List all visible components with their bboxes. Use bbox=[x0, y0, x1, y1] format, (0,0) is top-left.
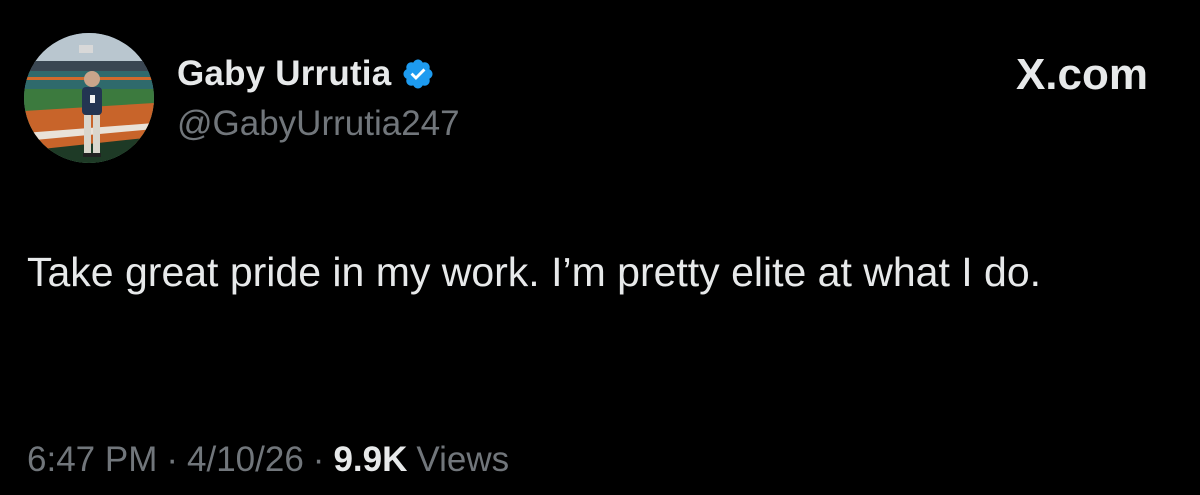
views-label: Views bbox=[416, 440, 510, 479]
meta-separator: · bbox=[166, 440, 179, 479]
author-handle[interactable]: @GabyUrrutia247 bbox=[177, 104, 460, 144]
meta-separator: · bbox=[312, 440, 325, 479]
tweet-card: Gaby Urrutia @GabyUrrutia247 X.com Take … bbox=[0, 0, 1200, 495]
author-display-name[interactable]: Gaby Urrutia bbox=[177, 54, 391, 94]
brand-logo: X.com bbox=[1016, 50, 1148, 100]
author-name-row: Gaby Urrutia bbox=[177, 52, 435, 96]
avatar[interactable] bbox=[24, 33, 154, 163]
tweet-time[interactable]: 6:47 PM bbox=[27, 440, 157, 480]
tweet-text: Take great pride in my work. I’m pretty … bbox=[27, 249, 1042, 295]
avatar-photo bbox=[24, 33, 154, 163]
verified-badge-icon bbox=[401, 57, 435, 91]
brand-label: X.com bbox=[1015, 50, 1148, 99]
tweet-date[interactable]: 4/10/26 bbox=[187, 440, 304, 480]
views-count[interactable]: 9.9K bbox=[333, 440, 407, 480]
tweet-meta: 6:47 PM · 4/10/26 · 9.9K Views bbox=[27, 440, 509, 480]
